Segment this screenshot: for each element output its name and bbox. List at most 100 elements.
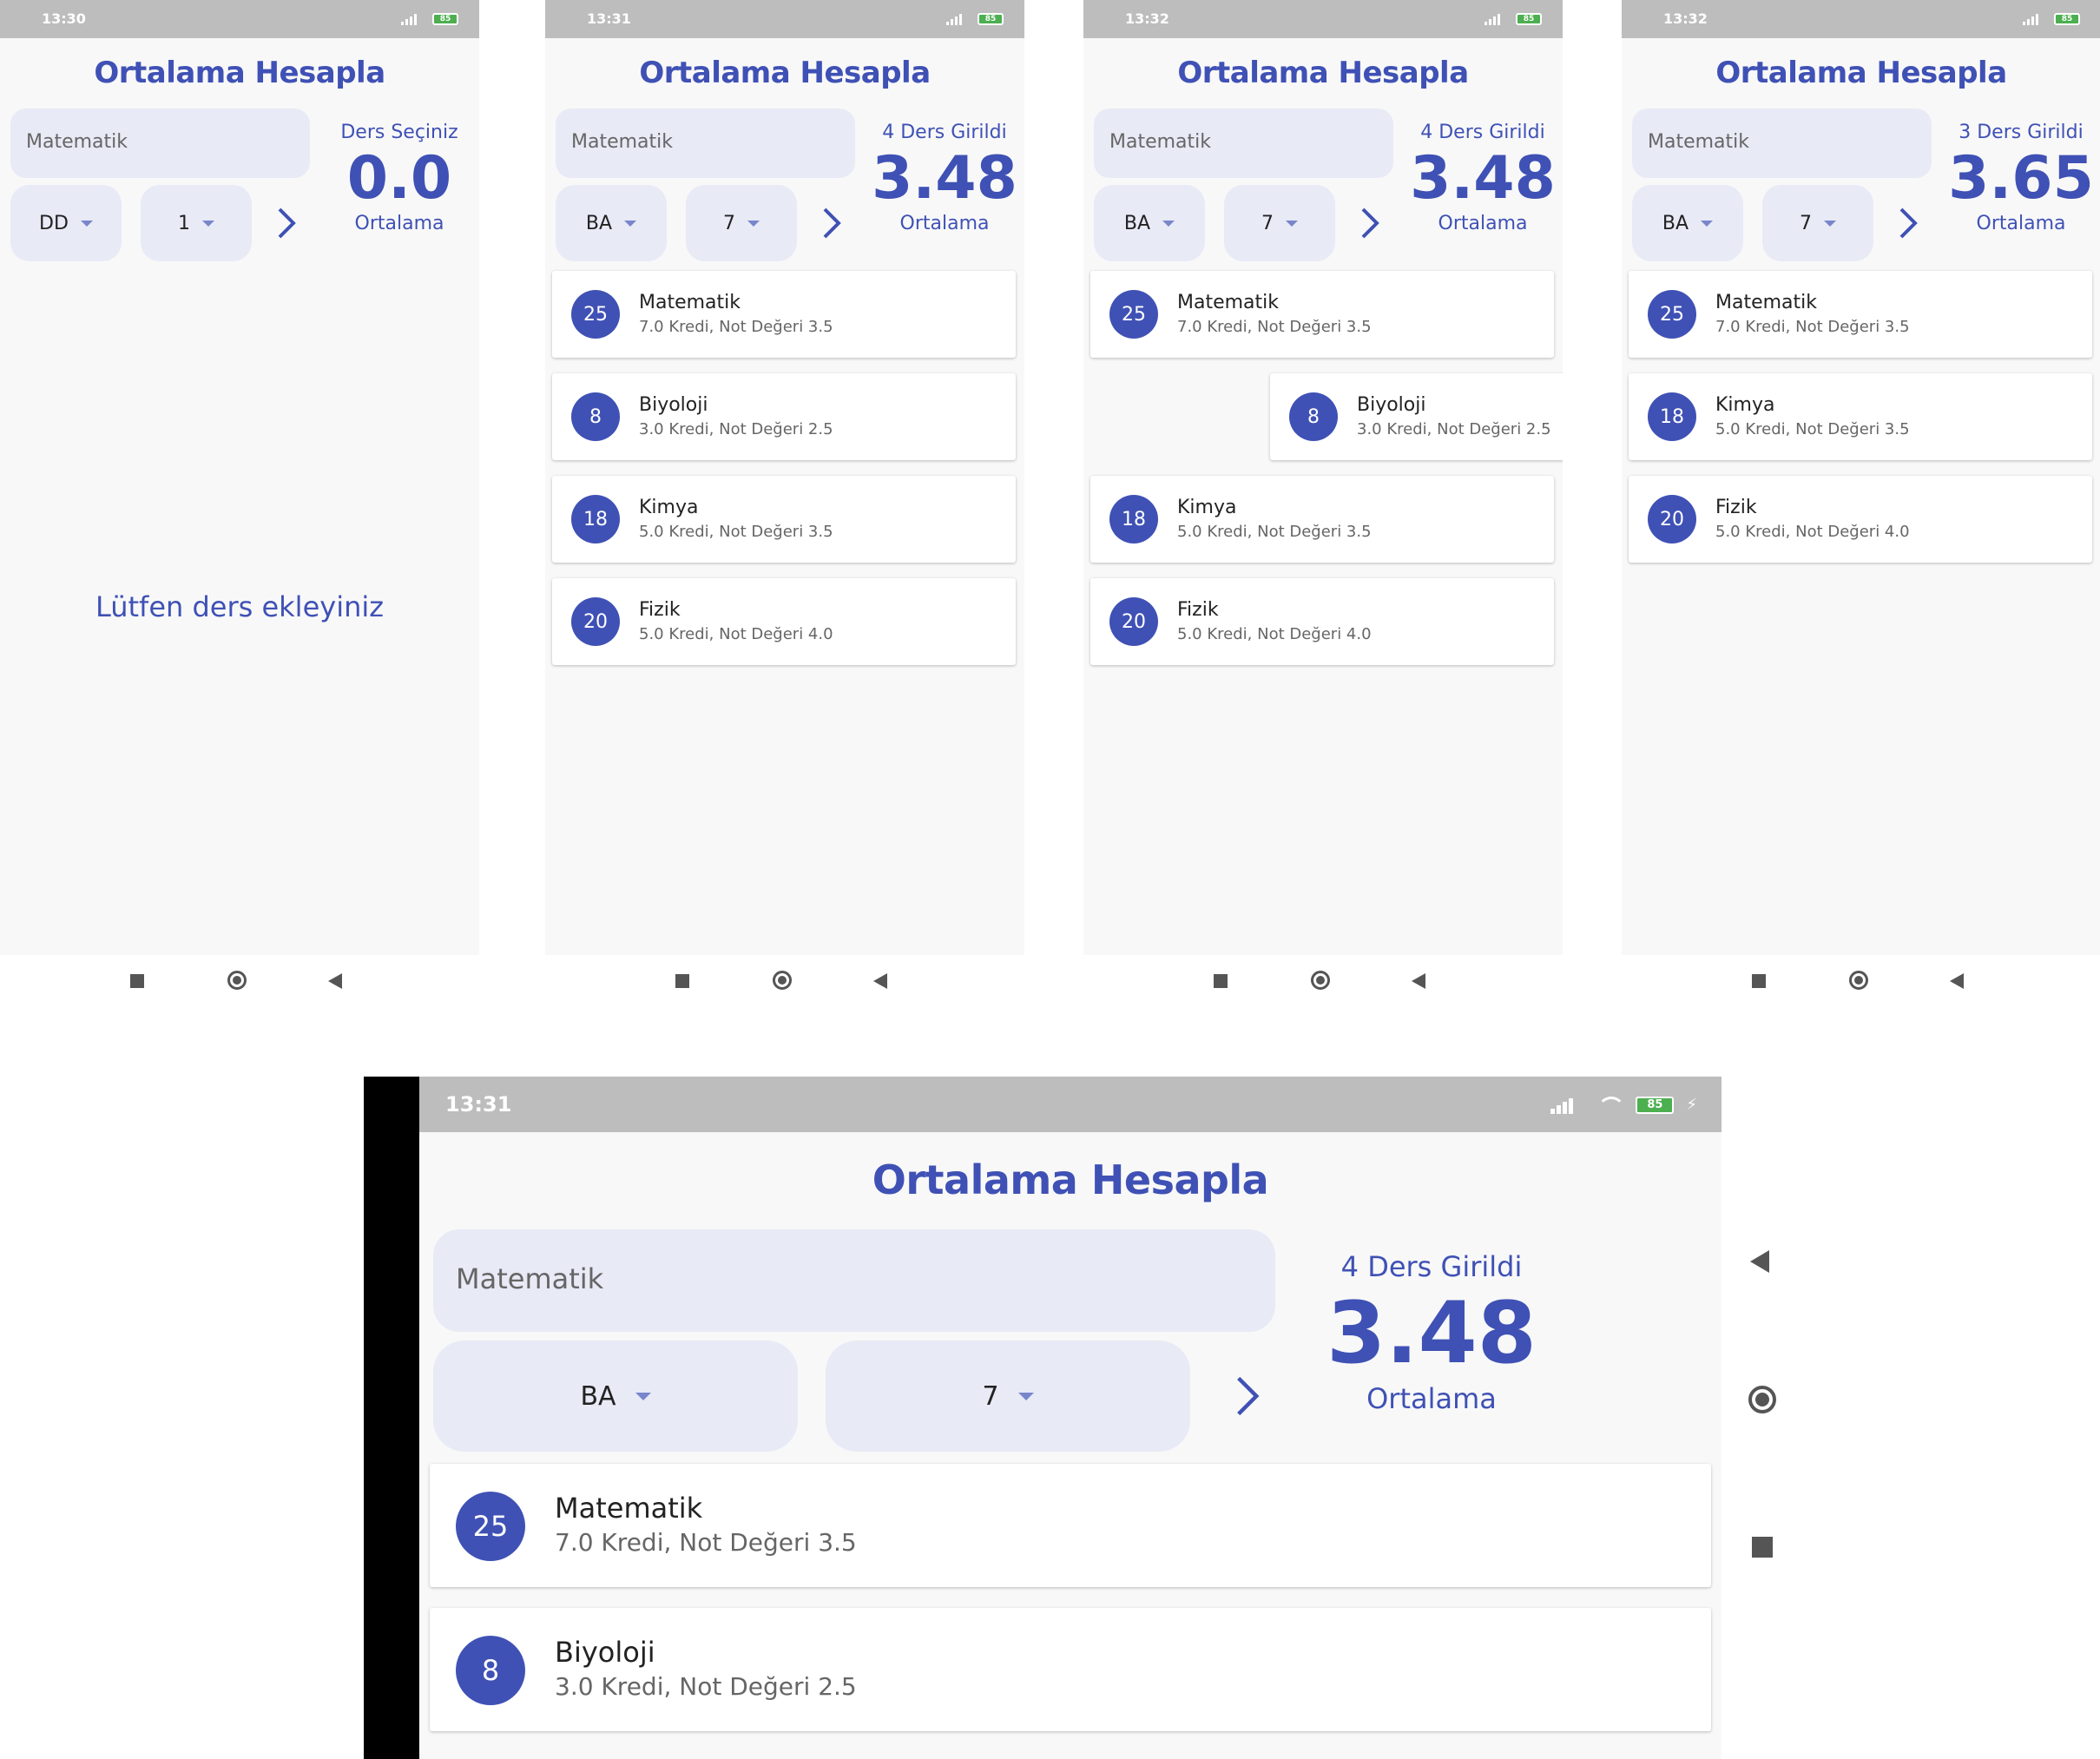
recents-square-icon[interactable] [1752,1537,1773,1558]
credit-dropdown[interactable]: 7 [686,185,797,261]
caret-down-icon [80,220,93,227]
course-badge: 8 [571,392,620,441]
course-card[interactable]: 20 Fizik 5.0 Kredi, Not Değeri 4.0 [1090,578,1554,665]
course-detail: 5.0 Kredi, Not Değeri 3.5 [1715,420,1910,438]
app-title: Ortalama Hesapla [94,56,385,90]
course-name-input[interactable]: Matematik [433,1229,1275,1332]
average-label: Ortalama [1438,213,1528,234]
course-card[interactable]: 18 Kimya 5.0 Kredi, Not Değeri 3.5 [1090,476,1554,563]
grade-value: BA [580,1380,616,1412]
course-count-status: 3 Ders Girildi [1958,122,2084,143]
course-name-input[interactable]: Matematik [1632,109,1932,178]
course-card[interactable]: 18 Kimya 5.0 Kredi, Not Değeri 3.5 [1629,373,2092,460]
grade-dropdown[interactable]: BA [1632,185,1743,261]
phone-screen: 13:31 85 Ortalama Hesapla Matematik BA 7 [545,0,1024,955]
average-label: Ortalama [354,213,444,234]
course-badge: 18 [1648,392,1696,441]
caret-down-icon [624,220,637,227]
course-name: Fizik [639,599,681,621]
back-triangle-icon[interactable] [1750,1250,1769,1273]
status-time: 13:32 [1663,10,1708,27]
recents-square-icon[interactable] [675,974,689,988]
course-name-input[interactable]: Matematik [1094,109,1393,178]
course-form: Matematik BA 7 [556,109,855,261]
course-name: Biyoloji [555,1636,655,1669]
course-detail: 3.0 Kredi, Not Değeri 2.5 [1357,420,1551,438]
course-card[interactable]: 8 Biyoloji 3.0 Kredi, Not Değeri 2.5 [552,373,1016,460]
signal-icon [1550,1097,1585,1114]
course-name-input[interactable]: Matematik [10,109,310,178]
credit-dropdown[interactable]: 7 [1762,185,1873,261]
average-label: Ortalama [899,213,990,234]
back-triangle-icon[interactable] [1950,973,1964,989]
phone-screen: 13:30 85 Ortalama Hesapla Matematik DD 1 [0,0,479,955]
back-triangle-icon[interactable] [328,973,342,989]
course-name: Kimya [1177,497,1237,518]
chevron-right-icon[interactable] [1896,206,1920,240]
back-triangle-icon[interactable] [873,973,887,989]
course-badge: 25 [456,1492,525,1561]
course-badge: 8 [456,1636,525,1705]
course-detail: 7.0 Kredi, Not Değeri 3.5 [1715,318,1910,336]
caret-down-icon [747,220,760,227]
average-value: 3.48 [872,144,1017,213]
status-time: 13:31 [587,10,631,27]
recents-square-icon[interactable] [1752,974,1766,988]
chevron-right-icon[interactable] [1232,1372,1263,1420]
course-card[interactable]: 20 Fizik 5.0 Kredi, Not Değeri 4.0 [1629,476,2092,563]
grade-dropdown[interactable]: BA [1094,185,1205,261]
course-card[interactable]: 25 Matematik 7.0 Kredi, Not Değeri 3.5 [1090,271,1554,358]
credit-dropdown[interactable]: 7 [826,1341,1190,1452]
home-circle-icon[interactable] [1311,971,1330,990]
credit-value: 7 [1800,212,1812,234]
home-circle-icon[interactable] [1849,971,1868,990]
course-detail: 5.0 Kredi, Not Değeri 3.5 [639,523,833,541]
course-badge: 20 [571,597,620,646]
course-count-status: 4 Ders Girildi [882,122,1007,143]
credit-value: 7 [1261,212,1274,234]
course-detail: 3.0 Kredi, Not Değeri 2.5 [555,1672,857,1701]
course-card[interactable]: 8 Biyoloji 3.0 Kredi, Not Değeri 2.5 [430,1608,1711,1731]
course-name: Matematik [1715,292,1818,313]
course-card[interactable]: 25 Matematik 7.0 Kredi, Not Değeri 3.5 [430,1464,1711,1587]
chevron-right-icon[interactable] [274,206,299,240]
course-card[interactable]: 8 Biyoloji 3.0 Kredi, Not Değeri 2.5 [1270,373,1563,460]
course-card[interactable]: 18 Kimya 5.0 Kredi, Not Değeri 3.5 [552,476,1016,563]
course-badge: 25 [1648,290,1696,339]
recents-square-icon[interactable] [130,974,144,988]
recents-square-icon[interactable] [1214,974,1228,988]
average-value: 3.48 [1410,144,1556,213]
grade-dropdown[interactable]: DD [10,185,122,261]
phone-screen: 13:32 85 Ortalama Hesapla Matematik BA 7 [1622,0,2100,955]
empty-list-message: Lütfen ders ekleyiniz [95,590,385,623]
average-label: Ortalama [1366,1382,1497,1415]
grade-dropdown[interactable]: BA [556,185,667,261]
home-circle-icon[interactable] [227,971,247,990]
course-card[interactable]: 20 Fizik 5.0 Kredi, Not Değeri 4.0 [552,578,1016,665]
back-triangle-icon[interactable] [1412,973,1425,989]
course-form: Matematik BA 7 [433,1229,1275,1452]
credit-dropdown[interactable]: 1 [141,185,252,261]
course-list: 25 Matematik 7.0 Kredi, Not Değeri 3.5 1… [1629,271,2092,578]
course-name-input[interactable]: Matematik [556,109,855,178]
vertical-navigation-bar [1745,1250,1780,1580]
course-name: Matematik [1177,292,1280,313]
grade-dropdown[interactable]: BA [433,1341,798,1452]
course-count-status: Ders Seçiniz [340,122,458,143]
average-panel: 4 Ders Girildi 3.48 Ortalama [1301,1250,1562,1415]
credit-dropdown[interactable]: 7 [1224,185,1335,261]
navigation-bar [1083,955,1563,1011]
caret-down-icon [635,1392,651,1400]
course-card[interactable]: 25 Matematik 7.0 Kredi, Not Değeri 3.5 [552,271,1016,358]
chevron-right-icon[interactable] [1358,206,1382,240]
status-bar: 13:31 85 ⚡ [419,1077,1721,1132]
course-detail: 3.0 Kredi, Not Değeri 2.5 [639,420,833,438]
course-detail: 5.0 Kredi, Not Değeri 3.5 [1177,523,1372,541]
home-circle-icon[interactable] [1748,1386,1776,1413]
grade-value: BA [1123,212,1151,234]
course-detail: 5.0 Kredi, Not Değeri 4.0 [1715,523,1910,541]
average-label: Ortalama [1976,213,2066,234]
course-card[interactable]: 25 Matematik 7.0 Kredi, Not Değeri 3.5 [1629,271,2092,358]
home-circle-icon[interactable] [773,971,792,990]
chevron-right-icon[interactable] [820,206,844,240]
